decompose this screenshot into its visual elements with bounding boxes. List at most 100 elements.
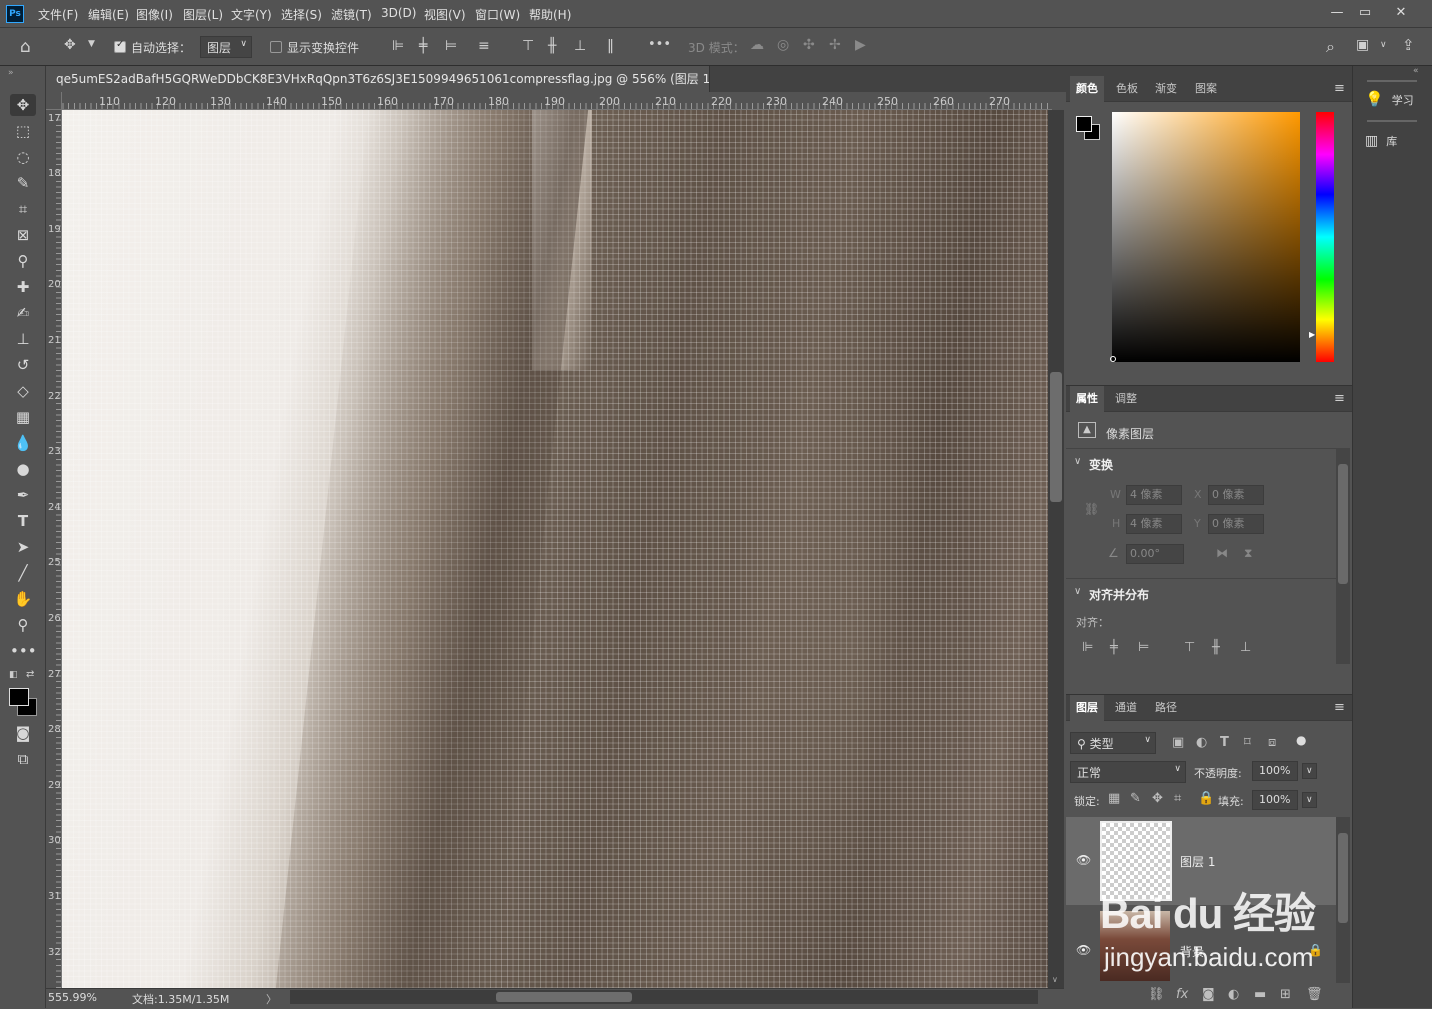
vertical-scrollbar[interactable]: ∨ [1048,110,1064,988]
transform-section-title[interactable]: 变换 [1089,456,1113,473]
lasso-tool-icon[interactable]: ◌ [10,146,36,168]
adjustment-layer-icon[interactable]: ◐ [1228,987,1239,1002]
menu-type[interactable]: 文字(Y) [231,6,272,23]
3d-scale-icon[interactable]: ▶ [855,37,866,53]
align-bottom-icon[interactable]: ⊥ [1240,640,1251,655]
add-mask-icon[interactable]: ◙ [1202,987,1215,1002]
fill-field[interactable]: 100% [1252,790,1298,810]
vertical-scroll-thumb[interactable] [1050,372,1062,502]
hue-slider[interactable] [1316,112,1334,362]
layers-scrollbar[interactable] [1336,817,1350,983]
move-tool-preset-icon[interactable]: ✥ [64,37,76,53]
align-horizontal-centers-icon[interactable]: ╪ [419,38,427,54]
align-right-edges-icon[interactable]: ⊨ [445,38,457,54]
menu-image[interactable]: 图像(I) [136,6,173,23]
lock-artboard-icon[interactable]: ⌗ [1174,791,1181,806]
tab-color[interactable]: 颜色 [1070,76,1104,102]
link-icon[interactable]: ⛓ [1084,502,1099,516]
tab-gradients[interactable]: 渐变 [1149,76,1183,102]
brush-tool-icon[interactable]: ✍ [10,302,36,324]
tab-channels[interactable]: 通道 [1109,695,1143,721]
menu-select[interactable]: 选择(S) [281,6,322,23]
tab-patterns[interactable]: 图案 [1189,76,1223,102]
clone-stamp-tool-icon[interactable]: ⊥ [10,328,36,350]
search-icon[interactable]: ⌕ [1326,37,1335,57]
tab-adjustments[interactable]: 调整 [1109,386,1143,412]
y-field[interactable]: 0 像素 [1208,514,1264,534]
filter-adjustment-icon[interactable]: ◐ [1196,735,1207,750]
chevron-down-icon[interactable]: ∨ [1302,763,1317,779]
filter-type-icon[interactable]: T [1220,735,1229,750]
align-section-title[interactable]: 对齐并分布 [1089,586,1149,603]
pen-tool-icon[interactable]: ✒ [10,484,36,506]
new-layer-icon[interactable]: ⊞ [1280,987,1291,1002]
angle-field[interactable]: 0.00° [1126,544,1184,564]
3d-slide-icon[interactable]: ✢ [829,37,841,53]
align-top-edges-icon[interactable]: ⊤ [522,38,534,54]
horizontal-scrollbar[interactable] [290,990,1038,1004]
layer-row[interactable]: 👁 图层 1 [1066,817,1336,905]
3d-orbit-icon[interactable]: ☁ [750,37,764,53]
filter-toggle-icon[interactable]: ● [1296,733,1306,747]
lock-transparent-icon[interactable]: ▦ [1108,791,1120,806]
image-canvas[interactable] [62,110,1048,988]
auto-select-target-dropdown[interactable]: 图层 ∨ [200,36,252,58]
properties-scroll-thumb[interactable] [1338,464,1348,584]
dodge-tool-icon[interactable]: ● [10,458,36,480]
x-field[interactable]: 0 像素 [1208,485,1264,505]
path-selection-tool-icon[interactable]: ➤ [10,536,36,558]
menu-3d[interactable]: 3D(D) [381,6,416,20]
magic-wand-tool-icon[interactable]: ✎ [10,172,36,194]
align-right-icon[interactable]: ⊨ [1138,640,1149,655]
layer-name[interactable]: 图层 1 [1180,853,1215,870]
layer-name[interactable]: 背景 [1180,943,1204,960]
move-tool-icon[interactable]: ✥ [10,94,36,116]
distribute-vertical-icon[interactable]: ≡ [478,38,490,54]
share-icon[interactable]: ⇪ [1402,36,1415,54]
show-transform-checkbox[interactable] [270,41,282,53]
gradient-tool-icon[interactable]: ▦ [10,406,36,428]
3d-roll-icon[interactable]: ◎ [777,37,789,53]
tab-paths[interactable]: 路径 [1149,695,1183,721]
hand-tool-icon[interactable]: ✋ [10,588,36,610]
zoom-level[interactable]: 555.99% [48,991,97,1004]
menu-file[interactable]: 文件(F) [38,6,78,23]
zoom-tool-icon[interactable]: ⚲ [10,614,36,636]
chevron-down-icon[interactable]: ∨ [1302,792,1317,808]
eraser-tool-icon[interactable]: ◇ [10,380,36,402]
layer-filter-dropdown[interactable]: ⚲ 类型 ∨ [1070,732,1156,754]
lock-position-icon[interactable]: ✥ [1152,791,1163,806]
layers-scroll-thumb[interactable] [1338,833,1348,923]
frame-tool-icon[interactable]: ⊠ [10,224,36,246]
align-vertical-centers-icon[interactable]: ╫ [548,38,556,54]
flip-horizontal-icon[interactable]: ⧓ [1216,546,1228,560]
crop-tool-icon[interactable]: ⌗ [10,198,36,220]
layer-row[interactable]: 👁 背景 🔒 [1066,907,1336,983]
panel-menu-icon[interactable]: ≡ [1334,700,1345,715]
align-top-icon[interactable]: ⊤ [1184,640,1195,655]
chevron-down-icon[interactable]: ∨ [1074,586,1081,597]
status-menu-arrow[interactable]: 〉 [266,991,277,1007]
scroll-down-icon[interactable]: ∨ [1052,975,1058,984]
align-center-v-icon[interactable]: ╫ [1212,640,1220,655]
panel-menu-icon[interactable]: ≡ [1334,81,1345,96]
menu-edit[interactable]: 编辑(E) [88,6,129,23]
tab-swatches[interactable]: 色板 [1110,76,1144,102]
filter-pixel-icon[interactable]: ▣ [1172,735,1184,750]
flip-vertical-icon[interactable]: ⧗ [1244,546,1252,561]
menu-filter[interactable]: 滤镜(T) [331,6,372,23]
more-options-icon[interactable]: ••• [648,37,671,52]
horizontal-scroll-thumb[interactable] [496,992,632,1002]
menu-window[interactable]: 窗口(W) [475,6,520,23]
history-brush-tool-icon[interactable]: ↺ [10,354,36,376]
new-group-icon[interactable]: ▬ [1254,987,1266,1002]
foreground-color-swatch[interactable] [9,688,29,706]
collapse-dock-icon[interactable]: « [1413,66,1419,76]
learn-button[interactable]: 💡 学习 [1359,84,1429,114]
properties-scrollbar[interactable] [1336,448,1350,664]
distribute-horizontal-icon[interactable]: ‖ [607,38,614,54]
screen-mode-icon[interactable]: ⧉ [10,748,36,770]
3d-pan-icon[interactable]: ✣ [803,37,815,53]
tab-properties[interactable]: 属性 [1070,386,1104,412]
maximize-button[interactable]: ▭ [1350,2,1380,24]
